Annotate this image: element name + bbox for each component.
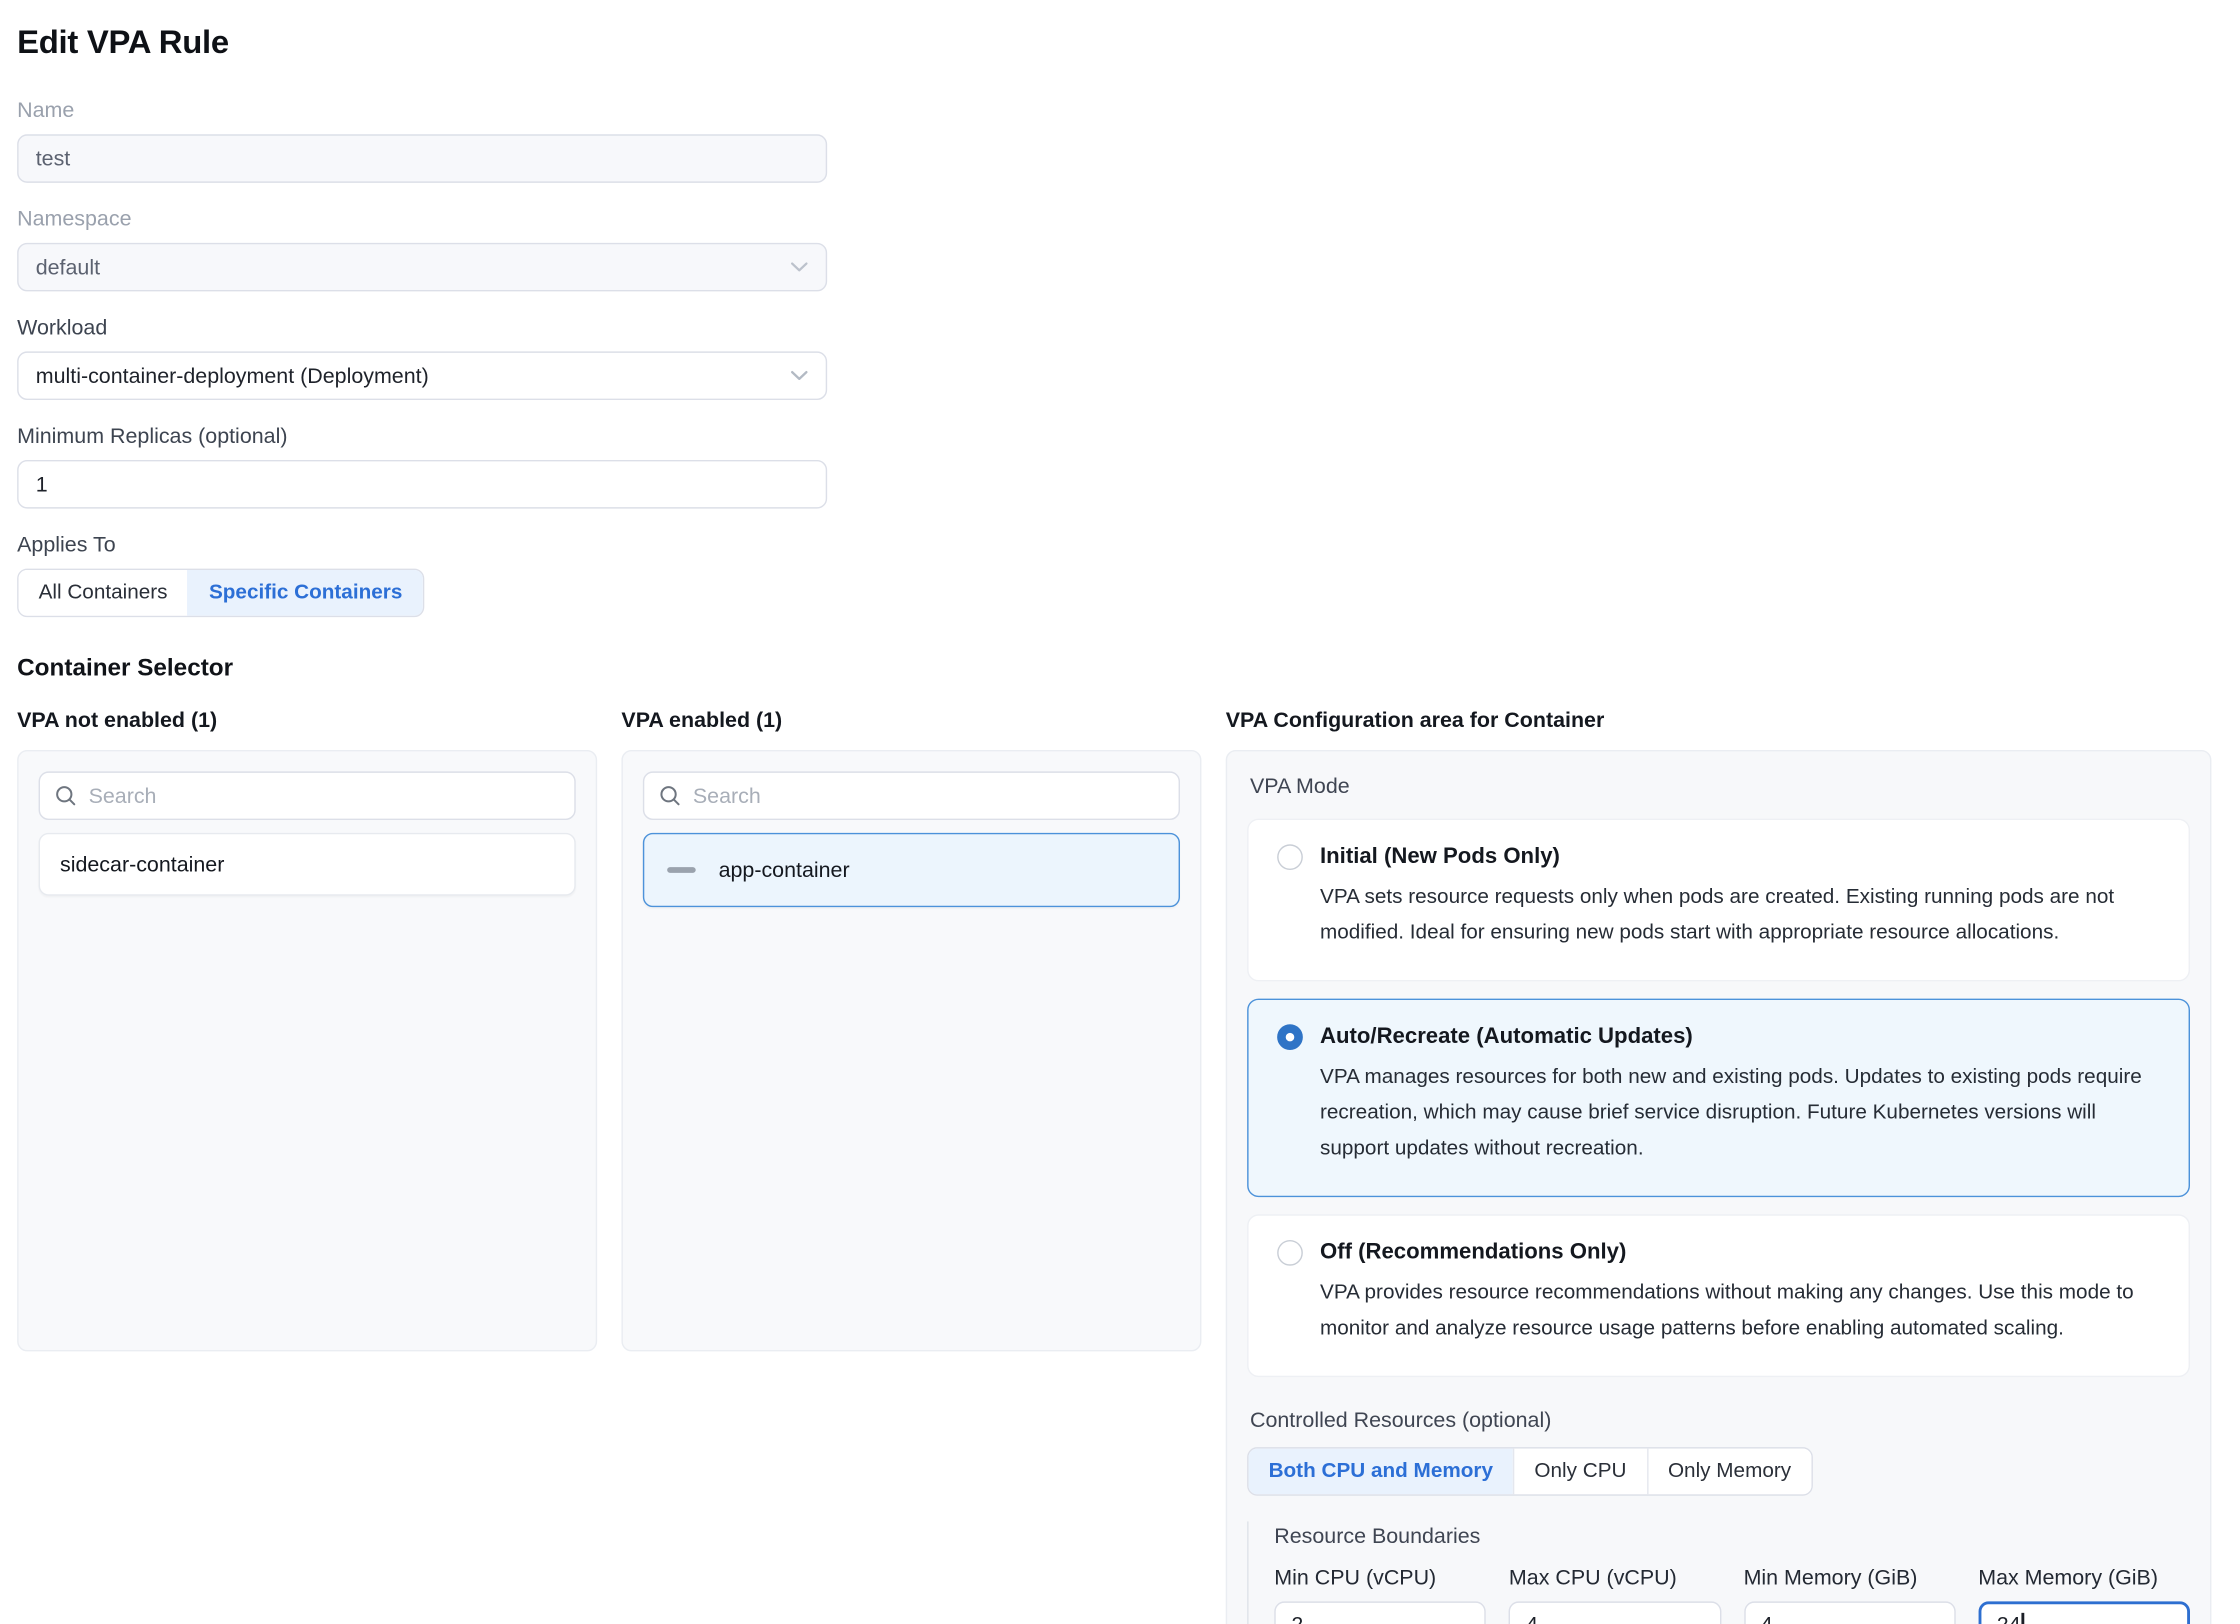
chevron-down-icon [790, 370, 809, 381]
tab-only-cpu[interactable]: Only CPU [1513, 1448, 1647, 1494]
edit-vpa-rule-page: Edit VPA Rule Name Namespace default Wor… [0, 0, 2240, 1624]
enabled-search-input[interactable] [693, 784, 1164, 808]
container-item-label: sidecar-container [60, 852, 224, 876]
mode-option-title: Auto/Recreate (Automatic Updates) [1320, 1024, 1693, 1050]
vpa-enabled-heading: VPA enabled (1) [621, 709, 1201, 733]
applies-to-segmented-control: All Containers Specific Containers [17, 569, 424, 618]
container-selector-heading: Container Selector [17, 654, 2223, 683]
name-label: Name [17, 99, 827, 123]
mode-option-off[interactable]: Off (Recommendations Only) VPA provides … [1247, 1214, 2190, 1377]
chevron-down-icon [790, 261, 809, 272]
min-cpu-input[interactable] [1274, 1601, 1486, 1624]
workload-select[interactable]: multi-container-deployment (Deployment) [17, 351, 827, 400]
vpa-enabled-column: VPA enabled (1) app-container [621, 709, 1201, 1352]
controlled-resources-label: Controlled Resources (optional) [1250, 1408, 2190, 1432]
min-memory-input[interactable] [1744, 1601, 1956, 1624]
max-memory-value: 24 [1997, 1613, 2021, 1624]
not-enabled-search-box [39, 771, 576, 820]
vpa-not-enabled-panel: sidecar-container [17, 750, 597, 1351]
mode-option-description: VPA manages resources for both new and e… [1320, 1060, 2160, 1167]
min-memory-field-group: Min Memory (GiB) [1744, 1565, 1956, 1624]
page-title: Edit VPA Rule [17, 23, 2223, 62]
namespace-value: default [36, 255, 100, 279]
mode-option-description: VPA provides resource recommendations wi… [1320, 1275, 2160, 1346]
min-cpu-label: Min CPU (vCPU) [1274, 1565, 1486, 1589]
segment-specific-containers[interactable]: Specific Containers [188, 570, 423, 616]
min-replicas-field-group: Minimum Replicas (optional) [17, 424, 827, 508]
max-memory-input[interactable]: 24 [1978, 1601, 2190, 1624]
mode-option-title: Initial (New Pods Only) [1320, 844, 1560, 870]
mode-option-auto-recreate[interactable]: Auto/Recreate (Automatic Updates) VPA ma… [1247, 998, 2190, 1196]
max-cpu-label: Max CPU (vCPU) [1509, 1565, 1721, 1589]
namespace-field-group: Namespace default [17, 207, 827, 291]
controlled-resources-tabs: Both CPU and Memory Only CPU Only Memory [1247, 1447, 1812, 1496]
max-memory-label: Max Memory (GiB) [1978, 1565, 2190, 1589]
min-cpu-field-group: Min CPU (vCPU) [1274, 1565, 1486, 1624]
workload-label: Workload [17, 316, 827, 340]
name-input [17, 134, 827, 183]
minus-icon [667, 867, 696, 873]
text-cursor [2022, 1612, 2024, 1624]
namespace-label: Namespace [17, 207, 827, 231]
max-cpu-input[interactable] [1509, 1601, 1721, 1624]
min-memory-label: Min Memory (GiB) [1744, 1565, 1956, 1589]
container-item-app[interactable]: app-container [643, 833, 1180, 907]
vpa-not-enabled-column: VPA not enabled (1) sidecar-container [17, 709, 597, 1352]
mode-option-initial[interactable]: Initial (New Pods Only) VPA sets resourc… [1247, 819, 2190, 982]
selector-columns: VPA not enabled (1) sidecar-container VP… [17, 709, 2223, 1624]
name-field-group: Name [17, 99, 827, 183]
mode-option-description: VPA sets resource requests only when pod… [1320, 880, 2160, 951]
vpa-enabled-panel: app-container [621, 750, 1201, 1351]
search-icon [54, 784, 77, 807]
vpa-config-panel: VPA Mode Initial (New Pods Only) VPA set… [1226, 750, 2212, 1624]
resource-boundaries-heading: Resource Boundaries [1274, 1524, 2190, 1548]
workload-value: multi-container-deployment (Deployment) [36, 364, 429, 388]
enabled-search-box [643, 771, 1180, 820]
tab-only-memory[interactable]: Only Memory [1647, 1448, 1812, 1494]
vpa-config-heading: VPA Configuration area for Container [1226, 709, 2212, 733]
search-icon [659, 784, 682, 807]
container-item-label: app-container [719, 858, 850, 882]
container-item-sidecar[interactable]: sidecar-container [39, 833, 576, 896]
radio-unchecked-icon[interactable] [1277, 844, 1303, 870]
mode-option-title: Off (Recommendations Only) [1320, 1240, 1626, 1266]
min-replicas-input[interactable] [17, 460, 827, 509]
resource-boundaries-section: Resource Boundaries Min CPU (vCPU) Max C… [1247, 1521, 2190, 1624]
applies-to-group: Applies To All Containers Specific Conta… [17, 533, 827, 617]
min-replicas-label: Minimum Replicas (optional) [17, 424, 827, 448]
workload-field-group: Workload multi-container-deployment (Dep… [17, 316, 827, 400]
vpa-not-enabled-heading: VPA not enabled (1) [17, 709, 597, 733]
vpa-config-column: VPA Configuration area for Container VPA… [1226, 709, 2212, 1624]
segment-all-containers[interactable]: All Containers [19, 570, 188, 616]
vpa-mode-label: VPA Mode [1250, 774, 2190, 798]
max-memory-field-group: Max Memory (GiB) 24 [1978, 1565, 2190, 1624]
radio-checked-icon[interactable] [1277, 1024, 1303, 1050]
applies-to-label: Applies To [17, 533, 827, 557]
radio-unchecked-icon[interactable] [1277, 1240, 1303, 1266]
not-enabled-search-input[interactable] [89, 784, 560, 808]
tab-both-cpu-memory[interactable]: Both CPU and Memory [1249, 1448, 1513, 1494]
max-cpu-field-group: Max CPU (vCPU) [1509, 1565, 1721, 1624]
namespace-select: default [17, 243, 827, 292]
